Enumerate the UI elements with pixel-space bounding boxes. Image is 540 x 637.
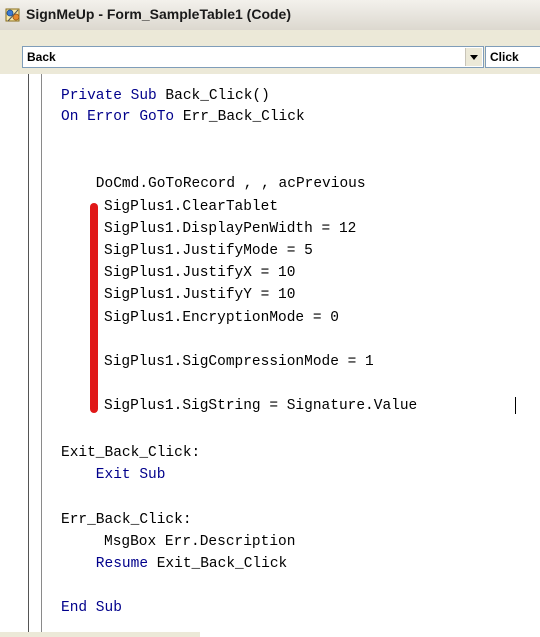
procedure-combo-value: Click bbox=[490, 50, 519, 64]
title-bar[interactable]: SignMeUp - Form_SampleTable1 (Code) bbox=[0, 0, 540, 31]
msgbox-arg: Err.Description bbox=[156, 534, 296, 550]
code-line-err-label[interactable]: Err_Back_Click: bbox=[61, 511, 192, 529]
code-line-docmd[interactable]: DoCmd.GoToRecord , , acPrevious bbox=[61, 175, 366, 193]
keyword-on-error-goto: On Error GoTo bbox=[61, 109, 175, 125]
vba-code-icon bbox=[5, 8, 20, 22]
keyword-resume: Resume bbox=[61, 556, 149, 572]
code-line-msgbox[interactable]: MsgBox Err.Description bbox=[104, 533, 295, 551]
object-combo-dropdown-button[interactable] bbox=[465, 48, 482, 66]
code-line-justify-mode[interactable]: SigPlus1.JustifyMode = 5 bbox=[104, 242, 313, 260]
margin-indicator-bar bbox=[41, 74, 42, 637]
code-line-end-sub[interactable]: End Sub bbox=[61, 599, 122, 617]
vba-code-window: SignMeUp - Form_SampleTable1 (Code) Back… bbox=[0, 0, 540, 637]
code-line-clear-tablet[interactable]: SigPlus1.ClearTablet bbox=[104, 198, 278, 216]
code-line-justify-y[interactable]: SigPlus1.JustifyY = 10 bbox=[104, 286, 295, 304]
chevron-down-icon bbox=[470, 55, 478, 60]
code-line-encryption-mode[interactable]: SigPlus1.EncryptionMode = 0 bbox=[104, 309, 339, 327]
window-title: SignMeUp - Form_SampleTable1 (Code) bbox=[26, 6, 291, 22]
object-combo-value: Back bbox=[27, 50, 56, 64]
sub-name: Back_Click() bbox=[156, 88, 270, 104]
code-line-exit-label[interactable]: Exit_Back_Click: bbox=[61, 444, 200, 462]
code-line-justify-x[interactable]: SigPlus1.JustifyX = 10 bbox=[104, 264, 295, 282]
resume-label-ref: Exit_Back_Click bbox=[148, 556, 288, 572]
code-line-resume[interactable]: Resume Exit_Back_Click bbox=[61, 555, 287, 573]
code-line-display-pen-width[interactable]: SigPlus1.DisplayPenWidth = 12 bbox=[104, 220, 356, 238]
code-line-exit-sub[interactable]: Exit Sub bbox=[61, 466, 166, 484]
code-line-on-error[interactable]: On Error GoTo Err_Back_Click bbox=[61, 108, 305, 126]
object-combo[interactable]: Back bbox=[22, 46, 484, 68]
code-line-sig-compression-mode[interactable]: SigPlus1.SigCompressionMode = 1 bbox=[104, 353, 374, 371]
code-line-sub-declaration[interactable]: Private Sub Back_Click() bbox=[61, 87, 270, 105]
msgbox-call: MsgBox bbox=[104, 534, 157, 550]
red-highlight-marker bbox=[90, 203, 98, 413]
procedure-combo[interactable]: Click bbox=[485, 46, 540, 68]
code-line-sig-string[interactable]: SigPlus1.SigString = Signature.Value bbox=[104, 397, 417, 415]
window-bottom-edge bbox=[0, 632, 200, 637]
keyword-private-sub: Private Sub bbox=[61, 88, 157, 104]
text-cursor bbox=[515, 397, 516, 414]
code-toolbar: Back Click bbox=[0, 30, 540, 74]
error-label-ref: Err_Back_Click bbox=[174, 109, 305, 125]
